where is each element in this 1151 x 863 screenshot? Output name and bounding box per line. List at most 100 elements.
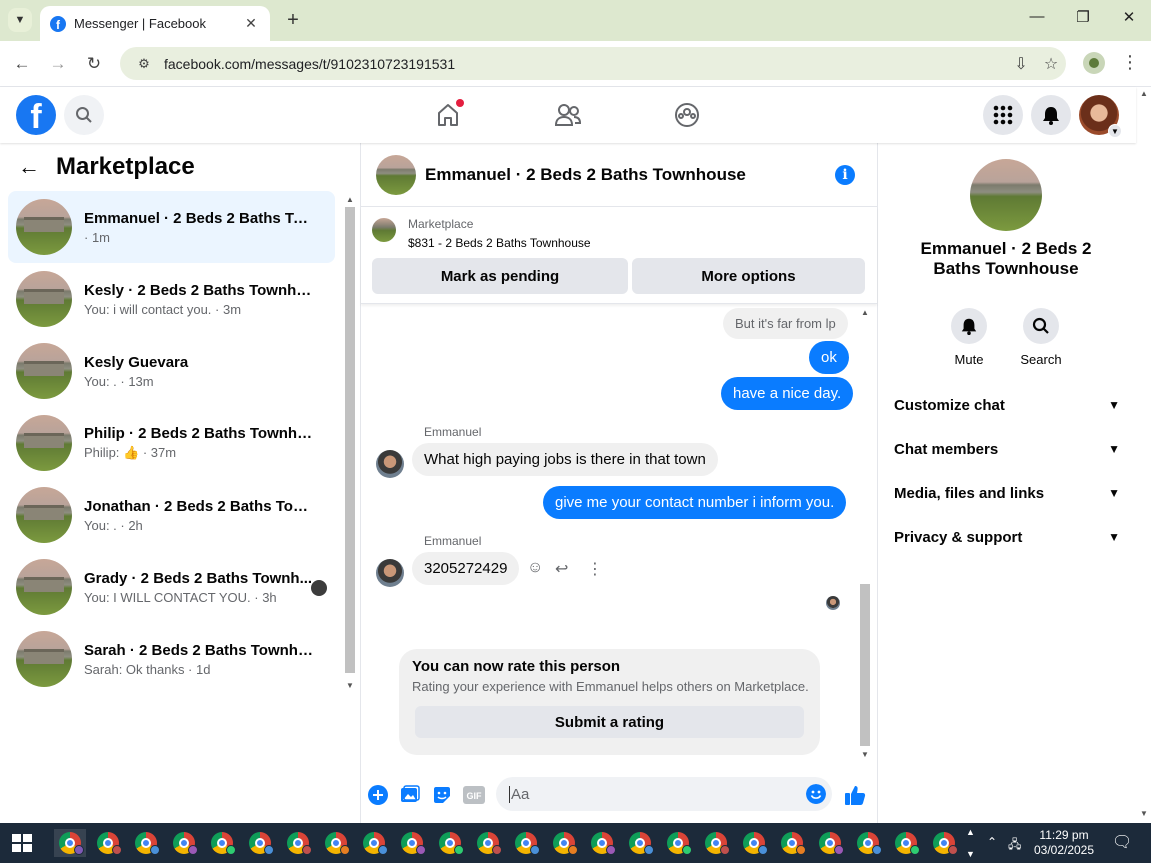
- gif-button[interactable]: GIF: [462, 783, 486, 807]
- home-nav-button[interactable]: [434, 99, 464, 129]
- friends-nav-button[interactable]: [554, 101, 582, 129]
- mute-action[interactable]: Mute: [939, 308, 999, 367]
- conversation-item[interactable]: Jonathan · 2 Beds 2 Baths Town... You: .…: [8, 479, 335, 551]
- show-hidden-icons-chevron-icon[interactable]: ⌃: [987, 835, 997, 849]
- browser-tab[interactable]: f Messenger | Facebook ✕: [40, 6, 270, 41]
- chat-title[interactable]: Emmanuel · 2 Beds 2 Baths Townhouse: [425, 165, 835, 185]
- chrome-taskbar-icon[interactable]: [548, 829, 580, 857]
- attach-photo-button[interactable]: [398, 783, 422, 807]
- chrome-taskbar-icon[interactable]: [168, 829, 200, 857]
- search-in-chat-button[interactable]: [1023, 308, 1059, 344]
- chrome-taskbar-icon[interactable]: [92, 829, 124, 857]
- reply-icon[interactable]: ↩: [555, 559, 568, 579]
- mark-as-pending-button[interactable]: Mark as pending: [372, 258, 628, 294]
- listing-thumbnail[interactable]: [372, 218, 396, 242]
- scroll-up-icon[interactable]: ▲: [861, 308, 869, 317]
- chrome-taskbar-icon[interactable]: [928, 829, 960, 857]
- notification-center-icon[interactable]: 🗨: [1112, 832, 1132, 852]
- menu-grid-button[interactable]: [983, 95, 1023, 135]
- sender-avatar[interactable]: [376, 559, 404, 587]
- conversation-item[interactable]: Kesly · 2 Beds 2 Baths Townhouse You: i …: [8, 263, 335, 335]
- conversation-list-scrollbar[interactable]: ▲ ▼: [343, 193, 357, 693]
- chrome-taskbar-icon[interactable]: [358, 829, 390, 857]
- chrome-taskbar-icon[interactable]: [434, 829, 466, 857]
- new-tab-button[interactable]: +: [282, 9, 304, 31]
- media-files-links-section[interactable]: Media, files and links ▼: [894, 479, 1120, 507]
- forward-button[interactable]: →: [46, 52, 70, 76]
- chrome-taskbar-icon[interactable]: [510, 829, 542, 857]
- chat-scrollbar[interactable]: ▲ ▼: [858, 304, 872, 764]
- tab-close-icon[interactable]: ✕: [242, 15, 260, 32]
- chrome-taskbar-icon[interactable]: [586, 829, 618, 857]
- windows-start-icon[interactable]: [12, 834, 32, 852]
- react-emoji-icon[interactable]: ☺: [527, 559, 543, 577]
- account-avatar[interactable]: ▼: [1079, 95, 1122, 138]
- chrome-taskbar-icon[interactable]: [662, 829, 694, 857]
- chat-avatar[interactable]: [376, 154, 416, 195]
- chrome-taskbar-icon[interactable]: [624, 829, 656, 857]
- browser-menu-icon[interactable]: ⋮: [1120, 52, 1140, 73]
- chrome-taskbar-icon[interactable]: [814, 829, 846, 857]
- sticker-button[interactable]: [430, 783, 454, 807]
- customize-chat-section[interactable]: Customize chat ▼: [894, 391, 1120, 419]
- scroll-down-icon[interactable]: ▼: [346, 681, 354, 690]
- listing-title[interactable]: $831 - 2 Beds 2 Baths Townhouse: [408, 236, 591, 250]
- contact-avatar[interactable]: [970, 159, 1042, 231]
- site-settings-icon[interactable]: ⚙: [130, 56, 158, 72]
- mute-button[interactable]: [951, 308, 987, 344]
- add-actions-button[interactable]: [366, 783, 390, 807]
- close-window-button[interactable]: ✕: [1114, 8, 1144, 26]
- bookmark-star-icon[interactable]: ☆: [1036, 54, 1066, 74]
- browser-profile-icon[interactable]: [1083, 52, 1105, 74]
- facebook-logo-icon[interactable]: f: [16, 95, 56, 135]
- submit-rating-button[interactable]: Submit a rating: [415, 706, 804, 738]
- restore-button[interactable]: ❐: [1068, 8, 1098, 26]
- chrome-taskbar-icon[interactable]: [130, 829, 162, 857]
- chrome-taskbar-icon[interactable]: [472, 829, 504, 857]
- privacy-support-section[interactable]: Privacy & support ▼: [894, 523, 1120, 551]
- chrome-taskbar-icon[interactable]: [890, 829, 922, 857]
- info-icon[interactable]: i: [835, 164, 855, 185]
- scroll-down-icon[interactable]: ▼: [861, 750, 869, 759]
- reload-button[interactable]: ↻: [82, 52, 106, 76]
- notifications-button[interactable]: [1031, 95, 1071, 135]
- search-action[interactable]: Search: [1011, 308, 1071, 367]
- chrome-taskbar-icon[interactable]: [54, 829, 86, 857]
- scroll-up-icon[interactable]: ▲: [1140, 89, 1148, 98]
- conversation-item[interactable]: Philip · 2 Beds 2 Baths Townhouse Philip…: [8, 407, 335, 479]
- taskbar-scroll-down-icon[interactable]: ▼: [966, 849, 975, 859]
- tab-search-chevron-icon[interactable]: ▼: [8, 8, 32, 32]
- minimize-button[interactable]: —: [1022, 8, 1052, 25]
- url-text[interactable]: facebook.com/messages/t/9102310723191531: [164, 56, 1006, 72]
- scroll-down-icon[interactable]: ▼: [1140, 809, 1148, 818]
- chrome-taskbar-icon[interactable]: [244, 829, 276, 857]
- chrome-taskbar-icon[interactable]: [396, 829, 428, 857]
- more-options-button[interactable]: More options: [632, 258, 865, 294]
- more-actions-icon[interactable]: ⋮: [587, 559, 603, 579]
- conversation-item[interactable]: Emmanuel · 2 Beds 2 Baths Tow... · 1m: [8, 191, 335, 263]
- page-scrollbar[interactable]: ▲ ▼: [1136, 87, 1151, 823]
- conversation-item[interactable]: Grady · 2 Beds 2 Baths Townh... You: I W…: [8, 551, 335, 623]
- chat-members-section[interactable]: Chat members ▼: [894, 435, 1120, 463]
- system-clock[interactable]: 11:29 pm 03/02/2025: [1030, 828, 1098, 858]
- chrome-taskbar-icon[interactable]: [320, 829, 352, 857]
- network-icon[interactable]: 🖧: [1008, 835, 1021, 856]
- conversation-item[interactable]: Sarah · 2 Beds 2 Baths Townhouse Sarah: …: [8, 623, 335, 695]
- chrome-taskbar-icon[interactable]: [700, 829, 732, 857]
- scrollbar-thumb[interactable]: [345, 207, 355, 673]
- taskbar-scroll-up-icon[interactable]: ▲: [966, 827, 975, 837]
- back-button[interactable]: ←: [10, 52, 34, 76]
- scroll-up-icon[interactable]: ▲: [346, 195, 354, 204]
- groups-nav-button[interactable]: [673, 101, 701, 129]
- facebook-search-button[interactable]: [64, 95, 104, 135]
- address-bar[interactable]: ⚙ facebook.com/messages/t/91023107231915…: [120, 47, 1066, 80]
- message-input[interactable]: Aa: [496, 777, 832, 811]
- chrome-taskbar-icon[interactable]: [776, 829, 808, 857]
- send-like-button[interactable]: [843, 783, 867, 807]
- back-arrow-icon[interactable]: ←: [18, 154, 50, 180]
- emoji-icon[interactable]: [806, 784, 826, 804]
- conversation-item[interactable]: Kesly Guevara You: . · 13m: [8, 335, 335, 407]
- chrome-taskbar-icon[interactable]: [282, 829, 314, 857]
- scrollbar-thumb[interactable]: [860, 584, 870, 746]
- install-app-icon[interactable]: ⇩: [1006, 54, 1036, 74]
